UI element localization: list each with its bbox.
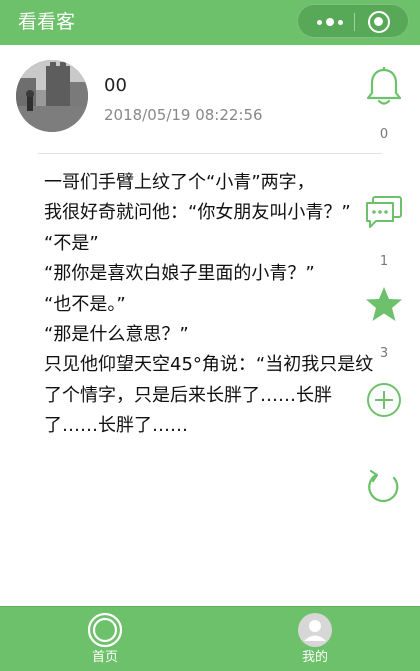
home-ring-icon [87, 612, 123, 648]
plus-circle-icon[interactable] [362, 380, 406, 420]
app-root: 看看客 00 2018/05/19 08:22:56 一哥们手臂上纹了个“小青”… [0, 0, 420, 671]
tab-mine[interactable]: 我的 [265, 607, 365, 671]
like-count: 0 [379, 127, 389, 142]
author-avatar[interactable] [16, 60, 88, 132]
more-dots-icon[interactable] [310, 5, 350, 39]
comment-count: 1 [379, 254, 389, 269]
favorite-count: 3 [379, 346, 389, 361]
app-title: 看看客 [18, 11, 76, 33]
capsule-divider [354, 13, 355, 31]
target-close-icon[interactable] [368, 11, 390, 33]
bell-icon[interactable] [362, 66, 406, 108]
refresh-icon[interactable] [362, 466, 406, 508]
tab-home-label: 首页 [91, 650, 118, 665]
post-timestamp: 2018/05/19 08:22:56 [104, 106, 263, 124]
user-avatar-icon [297, 612, 333, 648]
bottom-tab-bar: 首页 我的 [0, 606, 420, 671]
tab-home[interactable]: 首页 [55, 607, 155, 671]
tab-mine-label: 我的 [301, 650, 328, 665]
comment-icon[interactable] [362, 194, 406, 230]
author-name[interactable]: 00 [104, 75, 127, 97]
star-icon[interactable] [362, 284, 406, 324]
mini-program-capsule [297, 4, 409, 38]
title-bar: 看看客 [0, 0, 420, 45]
post-content: 一哥们手臂上纹了个“小青”两字， 我很好奇就问他：“你女朋友叫小青？” “不是”… [44, 172, 374, 437]
header-divider [38, 153, 382, 154]
